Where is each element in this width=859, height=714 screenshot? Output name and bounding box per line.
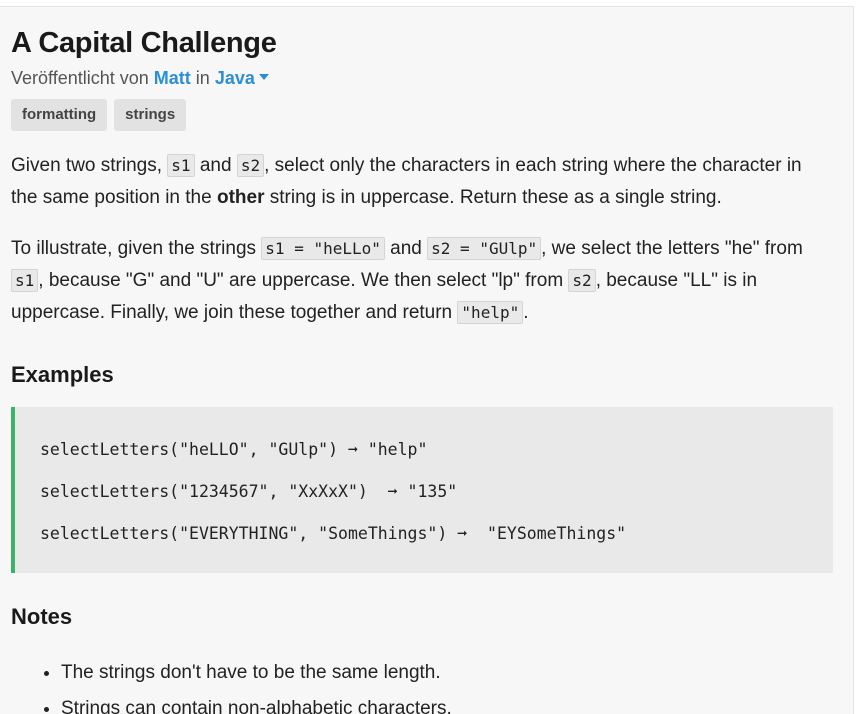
examples-block: selectLetters("heLLO", "GUlp") ➞ "help" … [11, 407, 833, 573]
example-line-1: selectLetters("heLLO", "GUlp") ➞ "help" [40, 440, 428, 459]
description-paragraph-1: Given two strings, s1 and s2, select onl… [11, 150, 833, 214]
tag-list: formatting strings [11, 99, 833, 131]
caret-down-icon [258, 74, 269, 81]
example-line-2: selectLetters("1234567", "XxXxX") ➞ "135… [40, 482, 458, 501]
language-label: Java [214, 68, 255, 88]
example-line-3: selectLetters("EVERYTHING", "SomeThings"… [40, 524, 627, 543]
notes-heading: Notes [11, 604, 73, 629]
text: string is in uppercase. Return these as … [264, 187, 722, 208]
text: and [194, 155, 237, 176]
emphasis-other: other [216, 187, 265, 208]
inline-code: s1 = "heLLo" [261, 237, 385, 260]
text: Given two strings, [11, 155, 168, 176]
author-link[interactable]: Matt [154, 68, 191, 88]
text: To illustrate, given the strings [11, 238, 262, 259]
challenge-panel: A Capital Challenge Veröffentlicht von M… [0, 6, 854, 714]
published-prefix: Veröffentlicht von [11, 68, 149, 88]
note-item-2: Strings can contain non-alphabetic chara… [61, 691, 833, 714]
language-dropdown[interactable]: Java [215, 68, 269, 88]
in-word: in [195, 68, 210, 88]
inline-code: s2 = "GUlp" [427, 237, 542, 260]
text: , we select the letters "he" from [541, 238, 803, 259]
inline-code: s1 [11, 269, 39, 292]
text: . [523, 302, 529, 323]
challenge-title: A Capital Challenge [11, 27, 277, 59]
notes-list: The strings don't have to be the same le… [11, 655, 833, 714]
inline-code: s2 [568, 269, 596, 292]
text: , because "G" and "U" are uppercase. We … [38, 270, 569, 291]
text: and [384, 238, 428, 259]
inline-code: s2 [236, 154, 265, 177]
inline-code: "help" [457, 301, 524, 324]
note-item-1: The strings don't have to be the same le… [61, 655, 833, 691]
inline-code: s1 [167, 154, 195, 177]
tag-strings[interactable]: strings [114, 99, 187, 131]
challenge-meta: Veröffentlicht von Matt in Java [11, 66, 833, 90]
tag-formatting[interactable]: formatting [11, 99, 108, 131]
description-paragraph-2: To illustrate, given the strings s1 = "h… [11, 233, 833, 329]
examples-heading: Examples [11, 362, 114, 387]
challenge-content: A Capital Challenge Veröffentlicht von M… [11, 25, 833, 714]
